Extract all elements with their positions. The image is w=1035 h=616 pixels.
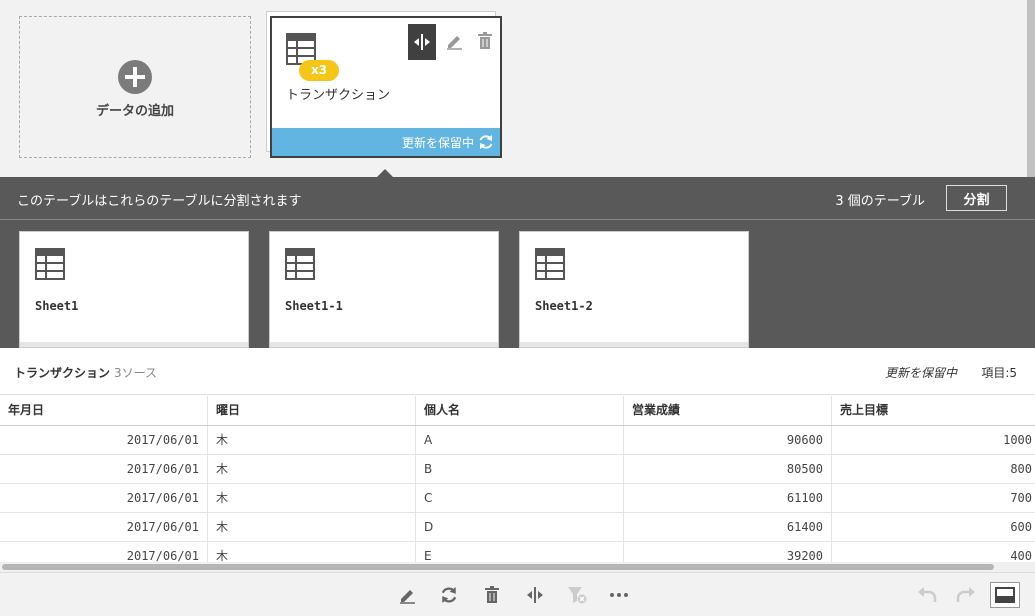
table-cell: 800 (1010, 462, 1032, 476)
preview-header: トランザクション 3ソース 更新を保留中 項目:5 (0, 348, 1035, 395)
redo-icon (956, 587, 975, 602)
preview-source-count: 3ソース (114, 366, 158, 380)
table-cell: 2017/06/01 (0, 513, 208, 541)
table-cell: 木 (208, 455, 416, 483)
split-table-card-sheet1[interactable]: Sheet1 (19, 231, 249, 348)
split-table-count: 3 個のテーブル (835, 194, 925, 209)
filter-clear-icon (568, 587, 587, 604)
table-icon (535, 248, 565, 280)
undo-icon (918, 587, 937, 602)
table-icon (35, 248, 65, 280)
split-table-card-sheet1-2[interactable]: Sheet1-2 (519, 231, 749, 348)
clear-filter-button[interactable] (565, 584, 589, 606)
split-icon (414, 34, 430, 50)
split-table-card-sheet1-1[interactable]: Sheet1-1 (269, 231, 499, 348)
table-icon (285, 248, 315, 280)
table-card-name: トランザクション (286, 88, 391, 103)
table-cell: 61400 (624, 513, 832, 541)
trash-icon (478, 32, 492, 49)
split-table-card-footer (20, 342, 248, 347)
data-preview-table: 年月日 曜日 個人名 営業成績 売上目標 2017/06/01 木 A 90600 1000 201… (0, 396, 1035, 571)
table-card-status-bar: 更新を保留中 (272, 128, 500, 156)
split-panel: このテーブルはこれらのテーブルに分割されます 3 個のテーブル 分割 Sheet… (0, 177, 1035, 348)
table-row: 2017/06/01 木 B 80500 800 (0, 455, 1035, 484)
pencil-icon (447, 36, 462, 50)
table-cell: 木 (208, 513, 416, 541)
preview-field-count: 項目:5 (981, 366, 1017, 380)
refresh-button[interactable] (437, 584, 461, 606)
table-cell: 2017/06/01 (0, 484, 208, 512)
split-message: このテーブルはこれらのテーブルに分割されます (17, 194, 302, 209)
table-row: 2017/06/01 木 C 61100 700 (0, 484, 1035, 513)
split-table-name: Sheet1-1 (285, 299, 343, 313)
table-cell: 木 (208, 426, 416, 454)
table-cell: 木 (208, 484, 416, 512)
table-cell: A (416, 426, 624, 454)
table-cell: 2017/06/01 (0, 455, 208, 483)
column-header[interactable]: 売上目標 (832, 396, 1035, 425)
bottom-toolbar (0, 572, 1035, 616)
column-header[interactable]: 個人名 (416, 396, 624, 425)
column-header[interactable]: 営業成績 (624, 396, 832, 425)
column-header[interactable]: 年月日 (0, 396, 208, 425)
undo-button[interactable] (915, 584, 939, 606)
split-icon (527, 587, 543, 603)
more-options-button[interactable] (607, 584, 631, 606)
table-cell: 1000 (1003, 433, 1032, 447)
toggle-preview-panel-button[interactable] (990, 582, 1020, 608)
refresh-icon (441, 587, 457, 603)
table-cell: C (416, 484, 624, 512)
data-manager-canvas: データの追加 x3 トランザクション 更新を保留中 (0, 0, 1035, 308)
table-row: 2017/06/01 木 D 61400 600 (0, 513, 1035, 542)
split-toolbar-button[interactable] (523, 584, 547, 606)
concatenation-count-badge: x3 (299, 60, 339, 81)
table-cell: 600 (1010, 520, 1032, 534)
table-cell: 61100 (624, 484, 832, 512)
add-data-button[interactable]: データの追加 (19, 16, 251, 158)
panel-toggle-icon (995, 587, 1015, 603)
split-panel-pointer (377, 169, 393, 177)
table-cell: 90600 (624, 426, 832, 454)
horizontal-scrollbar[interactable] (0, 562, 1035, 572)
table-cell: 700 (1010, 491, 1032, 505)
split-table-name: Sheet1-2 (535, 299, 593, 313)
table-cell: 80500 (624, 455, 832, 483)
pending-update-text: 更新を保留中 (401, 135, 474, 150)
split-panel-divider (0, 219, 1035, 220)
edit-table-button[interactable] (445, 32, 463, 53)
table-cell: D (416, 513, 624, 541)
preview-pending-status: 更新を保留中 (884, 366, 957, 380)
horizontal-scrollbar-thumb[interactable] (2, 564, 994, 570)
preview-table-title: トランザクション (14, 366, 111, 380)
add-data-label: データの追加 (95, 104, 174, 119)
column-header[interactable]: 曜日 (208, 396, 416, 425)
table-row: 2017/06/01 木 A 90600 1000 (0, 426, 1035, 455)
table-card-transaction[interactable]: x3 トランザクション 更新を保留中 (270, 16, 502, 158)
more-icon (610, 593, 628, 597)
pencil-icon (400, 590, 415, 604)
table-cell: 2017/06/01 (0, 426, 208, 454)
delete-table-button[interactable] (477, 32, 493, 53)
table-header-row: 年月日 曜日 個人名 営業成績 売上目標 (0, 396, 1035, 426)
table-cell: B (416, 455, 624, 483)
data-preview-panel: トランザクション 3ソース 更新を保留中 項目:5 年月日 曜日 個人名 営業成績 売上… (0, 348, 1035, 572)
trash-icon (485, 586, 499, 603)
split-table-card-footer (520, 342, 748, 347)
split-table-button[interactable] (408, 24, 436, 60)
refresh-icon (479, 135, 493, 149)
split-button[interactable]: 分割 (946, 185, 1007, 211)
add-icon (118, 60, 152, 94)
split-table-name: Sheet1 (35, 299, 79, 313)
delete-button[interactable] (480, 584, 504, 606)
redo-button[interactable] (954, 584, 978, 606)
split-table-card-footer (270, 342, 498, 347)
edit-button[interactable] (395, 584, 419, 606)
